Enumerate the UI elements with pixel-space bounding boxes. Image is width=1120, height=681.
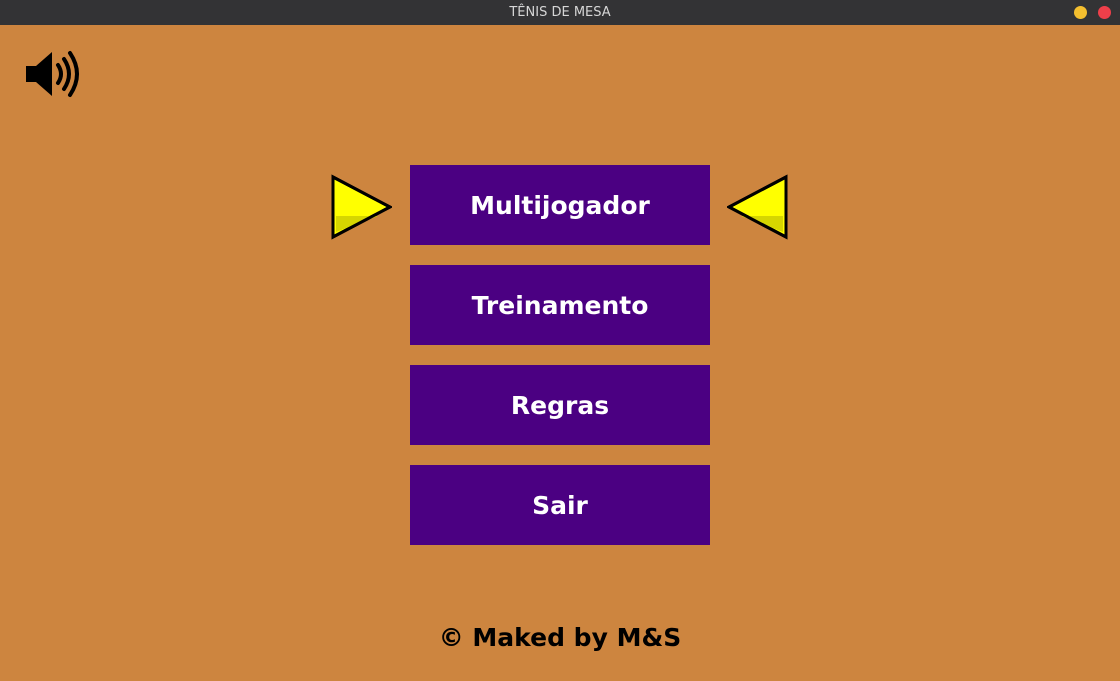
minimize-button[interactable] [1074, 6, 1087, 19]
window-titlebar: TÊNIS DE MESA [0, 0, 1120, 25]
menu-item-label: Treinamento [471, 290, 649, 320]
game-screen: Multijogador Treinamento Regras Sair © M… [0, 25, 1120, 681]
close-button[interactable] [1098, 6, 1111, 19]
menu-item-label: Regras [510, 390, 610, 420]
arrow-left-icon [727, 174, 788, 240]
speaker-volume-icon [26, 51, 79, 97]
sound-toggle-button[interactable] [24, 49, 80, 99]
rules-button[interactable]: Regras [410, 365, 710, 445]
window-title: TÊNIS DE MESA [509, 5, 611, 20]
multiplayer-button[interactable]: Multijogador [410, 165, 710, 245]
credits-text: © Maked by M&S [438, 623, 682, 652]
menu-item-label: Multijogador [470, 190, 650, 220]
arrow-right-icon [331, 174, 392, 240]
menu-item-label: Sair [532, 490, 588, 520]
exit-button[interactable]: Sair [410, 465, 710, 545]
training-button[interactable]: Treinamento [410, 265, 710, 345]
